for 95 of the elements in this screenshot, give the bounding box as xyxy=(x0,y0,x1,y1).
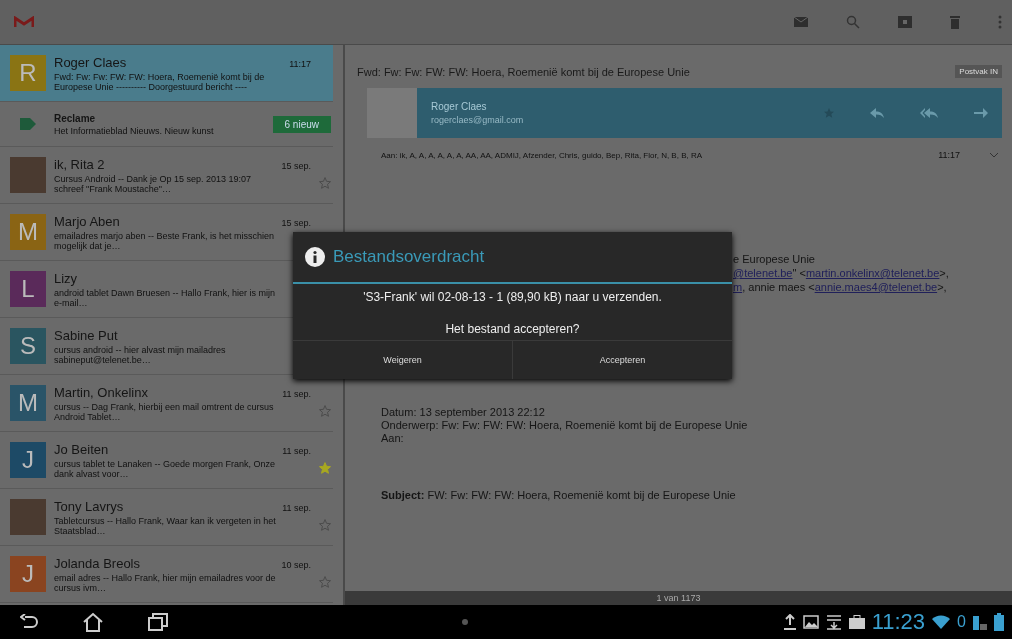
sender-name: Tony Lavrys xyxy=(54,498,124,514)
envelope-icon[interactable] xyxy=(794,16,808,28)
body-text: , annie maes < xyxy=(742,281,815,293)
photo-placeholder xyxy=(10,499,46,535)
label-icon[interactable] xyxy=(898,16,912,28)
star-icon[interactable] xyxy=(319,405,331,417)
email-link[interactable]: @telenet.be xyxy=(733,267,793,279)
message-snippet: cursus -- Dag Frank, hierbij een mail omtrent de cursus Android Tablet… xyxy=(54,401,275,422)
message-snippet: Cursus Android -- Dank je Op 15 sep. 2013 19:07 schreef "Frank Moustache"… xyxy=(54,173,253,194)
message-time: 11 sep. xyxy=(282,445,311,456)
letter-avatar: M xyxy=(10,385,46,421)
letter-avatar: R xyxy=(10,55,46,91)
sender-name: Roger Claes xyxy=(54,54,127,70)
message-time: 11 sep. xyxy=(282,502,311,513)
wifi-icon xyxy=(932,615,951,629)
search-icon[interactable] xyxy=(846,15,860,29)
body-text: >, xyxy=(937,281,947,293)
sender-name: Jolanda Breols xyxy=(54,555,140,571)
star-icon[interactable] xyxy=(319,462,331,474)
inbox-label: Postvak IN xyxy=(955,65,1002,78)
pager-text: 1 van 1173 xyxy=(656,593,701,603)
star-icon[interactable] xyxy=(319,576,331,588)
body-text: e Europese Unie xyxy=(733,252,816,266)
letter-avatar: S xyxy=(10,328,46,364)
reply-all-icon[interactable] xyxy=(920,108,938,118)
notification-count: 0 xyxy=(957,613,966,631)
conversation-item[interactable]: ik, Rita 2 15 sep. Cursus Android -- Dank je Op 15 sep. 2013 19:07 schreef "Frank Moustache"… xyxy=(0,147,333,204)
clock: 11:23 xyxy=(871,609,926,635)
download-icon xyxy=(825,614,842,630)
message-time: 11 sep. xyxy=(282,388,311,399)
sender-name: Jo Beiten xyxy=(54,441,109,457)
sender-name: ik, Rita 2 xyxy=(54,156,105,172)
header-line: Aan: xyxy=(381,432,405,445)
header-line: Datum: 13 september 2013 22:12 xyxy=(381,406,546,419)
briefcase-icon xyxy=(848,615,865,629)
message-snippet: email adres -- Hallo Frank, hier mijn emailadres voor de cursus ivm… xyxy=(54,572,277,593)
sender-name: Marjo Aben xyxy=(54,213,120,229)
dialog-button[interactable]: Accepteren xyxy=(512,341,732,379)
sender-name: Martin, Onkelinx xyxy=(54,384,148,400)
recent-apps-icon[interactable] xyxy=(148,613,168,631)
dot-icon xyxy=(462,619,468,625)
overflow-menu-icon[interactable] xyxy=(998,15,1002,29)
ad-item[interactable]: Reclame Het Informatieblad Nieuws. Nieuw kunst 6 nieuw xyxy=(0,102,333,147)
image-icon xyxy=(802,615,819,629)
letter-avatar: L xyxy=(10,271,46,307)
letter-avatar: M xyxy=(10,214,46,250)
body-text: " < xyxy=(792,267,806,279)
body-text: >, xyxy=(939,267,949,279)
info-icon xyxy=(305,247,325,267)
email-link[interactable]: martin.onkelinx@telenet.be xyxy=(805,267,940,279)
sender-name: Roger Claes xyxy=(431,101,488,112)
sender-name: Lizy xyxy=(54,270,78,286)
message-time: 15 sep. xyxy=(281,217,311,228)
message-snippet: Fwd: Fw: Fw: FW: FW: Hoera, Roemenië komt bij de Europese Unie ---------- Doorgestuurd bericht ---- xyxy=(54,71,266,92)
message-snippet: cursus tablet te Lanaken -- Goede morgen Frank, Onze dank alvast voor… xyxy=(54,458,277,479)
star-icon[interactable] xyxy=(319,519,331,531)
message-time: 10 sep. xyxy=(281,559,311,570)
conversation-item[interactable]: Tony Lavrys 11 sep. Tabletcursus -- Hallo Frank, Waar kan ik vergeten in het Staatsblad… xyxy=(0,489,333,546)
signal-icon xyxy=(973,614,987,630)
subject-line: Subject: FW: Fw: FW: FW: Hoera, Roemenië komt bij de Europese Unie xyxy=(380,488,737,501)
message-snippet: cursus android -- hier alvast mijn mailadres sabineput@telenet.be… xyxy=(54,344,227,365)
chevron-down-icon[interactable] xyxy=(990,152,998,158)
letter-avatar: J xyxy=(10,556,46,592)
conversation-item[interactable]: J Jolanda Breols 10 sep. email adres -- Hallo Frank, hier mijn emailadres voor de cursus ivm… xyxy=(0,546,333,603)
sender-name: Sabine Put xyxy=(54,327,118,343)
conversation-item[interactable]: R Roger Claes 11:17 Fwd: Fw: Fw: FW: FW: Hoera, Roemenië komt bij de Europese Unie ---------- Doorgestuurd bericht ---- xyxy=(0,45,333,102)
dialog-title: Bestandsoverdracht xyxy=(333,247,485,267)
recipients-line: Aan: ik, A, A, A, A, A, A, AA, AA, ADMIJ, Afzender, Chris, guido, Bep, Rita, Flor, N, B, B, RA xyxy=(381,150,703,160)
message-time: 11:17 xyxy=(289,58,311,69)
star-icon[interactable] xyxy=(319,177,331,189)
sender-email: rogerclaes@gmail.com xyxy=(431,115,524,125)
sender-name: Reclame xyxy=(54,112,97,124)
message-snippet: android tablet Dawn Bruesen -- Hallo Frank, hier is mijn e-mail… xyxy=(54,287,277,308)
new-count-button[interactable]: 6 nieuw xyxy=(272,115,331,133)
message-time: 15 sep. xyxy=(281,160,311,171)
message-time: 11:17 xyxy=(938,150,960,160)
email-link[interactable]: annie.maes4@telenet.be xyxy=(814,281,938,293)
reply-icon[interactable] xyxy=(870,108,884,118)
trash-icon[interactable] xyxy=(950,15,960,29)
dialog-question: Het bestand accepteren? xyxy=(444,321,581,338)
header-line: Onderwerp: Fw: Fw: FW: FW: Hoera, Roemenië komt bij de Europese Unie xyxy=(381,419,749,432)
back-icon[interactable] xyxy=(20,614,38,630)
message-subject: Fwd: Fw: Fw: FW: FW: Hoera, Roemenië komt bij de Europese Unie xyxy=(357,65,690,78)
conversation-item[interactable]: J Jo Beiten 11 sep. cursus tablet te Lanaken -- Goede morgen Frank, Onze dank alvast voor… xyxy=(0,432,333,489)
home-icon[interactable] xyxy=(82,612,104,632)
forward-icon[interactable] xyxy=(974,107,988,119)
battery-icon xyxy=(994,613,1004,631)
photo-placeholder xyxy=(10,157,46,193)
message-snippet: emailadres marjo aben -- Beste Frank, is het misschien mogelijk dat je… xyxy=(54,230,276,251)
upload-icon xyxy=(783,614,796,630)
message-snippet: Tabletcursus -- Hallo Frank, Waar kan ik vergeten in het Staatsblad… xyxy=(54,515,277,536)
ad-text: Het Informatieblad Nieuws. Nieuw kunst xyxy=(54,125,215,136)
app-logo-icon[interactable] xyxy=(14,16,34,28)
dialog-message: 'S3-Frank' wil 02-08-13 - 1 (89,90 kB) naar u verzenden. xyxy=(362,289,663,304)
letter-avatar: J xyxy=(10,442,46,478)
